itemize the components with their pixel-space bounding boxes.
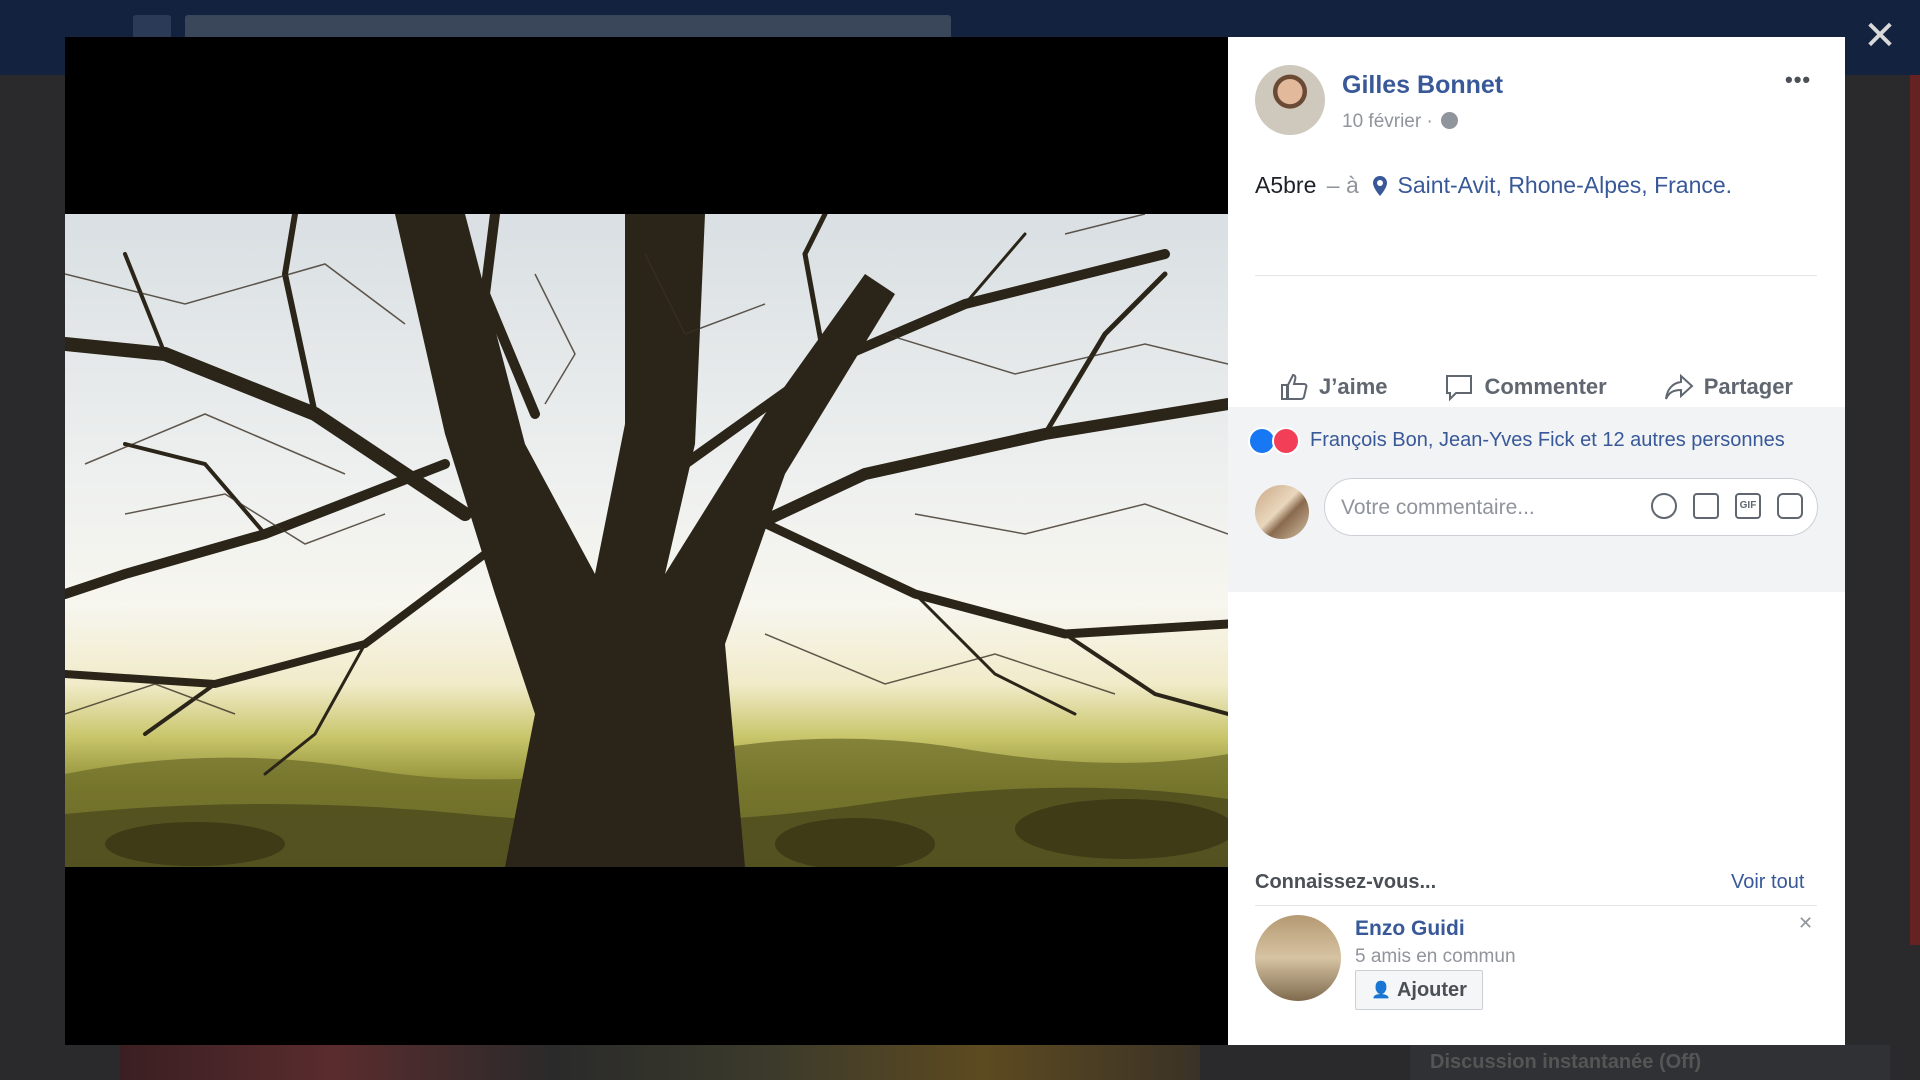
comment-tools: GIF	[1651, 493, 1803, 519]
mutual-friends-count[interactable]: 5 amis en commun	[1355, 946, 1516, 968]
comment-button[interactable]: Commenter	[1444, 372, 1607, 402]
like-label: J’aime	[1319, 374, 1388, 399]
share-button[interactable]: Partager	[1664, 372, 1793, 402]
see-all-link[interactable]: Voir tout	[1731, 871, 1804, 894]
like-icon	[1281, 373, 1308, 400]
comment-placeholder: Votre commentaire...	[1341, 496, 1535, 519]
sticker-icon[interactable]	[1777, 493, 1803, 519]
background-search-bar	[185, 15, 951, 39]
post-date-separator: ·	[1426, 111, 1433, 132]
reaction-icons[interactable]	[1248, 427, 1302, 455]
author-avatar[interactable]	[1255, 65, 1325, 135]
friend-suggestion-avatar[interactable]	[1255, 915, 1341, 1001]
add-friend-button[interactable]: 👤 Ajouter	[1355, 970, 1483, 1010]
photo-stage	[65, 37, 1228, 1045]
gif-icon[interactable]: GIF	[1735, 493, 1761, 519]
comment-input[interactable]: Votre commentaire... GIF	[1324, 478, 1818, 536]
pin-icon	[1373, 176, 1388, 196]
background-scrollbar	[1910, 75, 1920, 945]
share-icon	[1664, 373, 1694, 400]
tree-illustration	[65, 214, 1228, 867]
actions-divider	[1255, 275, 1817, 276]
like-button[interactable]: J’aime	[1279, 372, 1388, 402]
share-label: Partager	[1703, 374, 1793, 399]
reactions-section: François Bon, Jean-Yves Fick et 12 autre…	[1228, 407, 1845, 592]
close-icon[interactable]: ✕	[1862, 16, 1898, 56]
more-options-icon[interactable]: •••	[1785, 67, 1811, 93]
reactions-summary[interactable]: François Bon, Jean-Yves Fick et 12 autre…	[1310, 429, 1785, 452]
post-photo[interactable]	[65, 214, 1228, 867]
pymk-divider	[1255, 905, 1817, 906]
location-link[interactable]: Saint-Avit, Rhone-Alpes, France.	[1398, 172, 1733, 198]
comment-label: Commenter	[1484, 374, 1607, 399]
globe-icon	[1441, 112, 1459, 129]
background-photo-strip	[120, 1045, 1200, 1080]
love-reaction-icon	[1272, 427, 1300, 455]
add-friend-label: Ajouter	[1396, 978, 1467, 1001]
emoji-icon[interactable]	[1651, 493, 1677, 519]
caption-separator: – à	[1326, 172, 1359, 198]
author-name[interactable]: Gilles Bonnet	[1342, 71, 1503, 100]
post-date: 10 février ·	[1342, 111, 1459, 133]
pymk-title: Connaissez-vous...	[1255, 871, 1437, 893]
current-user-avatar[interactable]	[1255, 485, 1309, 539]
comment-icon	[1446, 375, 1473, 402]
caption-text: A5bre	[1255, 172, 1317, 198]
background-chat-bar: Discussion instantanée (Off)	[1410, 1045, 1890, 1080]
dismiss-suggestion-icon[interactable]: ✕	[1798, 913, 1813, 934]
add-friend-icon: 👤	[1371, 982, 1391, 999]
camera-icon[interactable]	[1693, 493, 1719, 519]
chat-label: Discussion instantanée (Off)	[1430, 1051, 1702, 1073]
post-caption: A5bre – à Saint-Avit, Rhone-Alpes, Franc…	[1255, 172, 1732, 199]
post-side-panel: Gilles Bonnet 10 février · ••• A5bre – à…	[1228, 37, 1845, 1045]
friend-suggestion-name[interactable]: Enzo Guidi	[1355, 917, 1465, 941]
post-date-text[interactable]: 10 février	[1342, 111, 1421, 132]
